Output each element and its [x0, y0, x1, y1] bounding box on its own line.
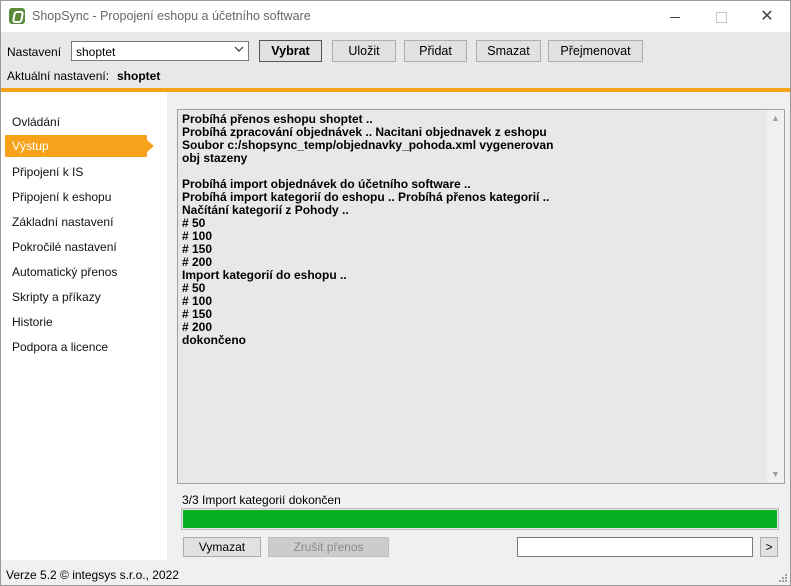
sidebar-item-pripojeni-eshop[interactable]: Připojení k eshopu [5, 186, 147, 208]
sidebar-item-pripojeni-is[interactable]: Připojení k IS [5, 161, 147, 183]
sidebar-item-skripty[interactable]: Skripty a příkazy [5, 286, 147, 308]
scroll-down-icon[interactable]: ▼ [767, 466, 784, 483]
close-icon: ✕ [760, 8, 774, 25]
maximize-icon [715, 11, 727, 23]
settings-select-value: shoptet [76, 45, 116, 59]
status-text: 3/3 Import kategorií dokončen [182, 493, 341, 507]
scroll-up-icon[interactable]: ▲ [767, 110, 784, 127]
status-footer: Verze 5.2 © integsys s.r.o., 2022 [1, 563, 790, 585]
sidebar-item-zakladni-nastaveni[interactable]: Základní nastavení [5, 211, 147, 233]
output-log-text: Probíhá přenos eshopu shoptet .. Probíhá… [182, 112, 554, 347]
sidebar-item-automaticky-prenos[interactable]: Automatický přenos [5, 261, 147, 283]
sidebar-item-podpora[interactable]: Podpora a licence [5, 336, 147, 358]
progress-fill [183, 510, 777, 528]
settings-select[interactable]: shoptet [71, 41, 249, 61]
settings-label: Nastavení [7, 45, 62, 59]
app-window: ShopSync - Propojení eshopu a účetního s… [0, 0, 791, 586]
shopsync-logo-icon [9, 8, 25, 24]
output-log-box[interactable]: Probíhá přenos eshopu shoptet .. Probíhá… [177, 109, 785, 484]
minimize-button[interactable] [652, 1, 698, 32]
rename-button[interactable]: Přejmenovat [548, 40, 643, 62]
sidebar-item-pokrocile-nastaveni[interactable]: Pokročilé nastavení [5, 236, 147, 258]
sidebar-item-historie[interactable]: Historie [5, 311, 147, 333]
sidebar-item-vystup[interactable]: Výstup [5, 135, 154, 157]
window-title: ShopSync - Propojení eshopu a účetního s… [32, 9, 311, 23]
run-command-button[interactable]: > [760, 537, 778, 557]
title-bar: ShopSync - Propojení eshopu a účetního s… [1, 1, 790, 32]
command-input[interactable] [517, 537, 753, 557]
chevron-down-icon [234, 46, 244, 52]
sidebar-nav: Ovládání Výstup Připojení k IS Připojení… [1, 92, 167, 560]
minimize-icon [670, 16, 680, 18]
current-settings-label: Aktuální nastavení: [7, 69, 110, 83]
clear-button[interactable]: Vymazat [183, 537, 261, 557]
current-settings-value: shoptet [117, 69, 161, 83]
select-button[interactable]: Vybrat [259, 40, 322, 62]
sidebar-item-ovladani[interactable]: Ovládání [5, 111, 147, 133]
version-text: Verze 5.2 © integsys s.r.o., 2022 [6, 568, 179, 582]
close-button[interactable]: ✕ [744, 1, 790, 32]
settings-toolbar: Nastavení shoptet Vybrat Uložit Přidat S… [1, 32, 790, 88]
save-button[interactable]: Uložit [332, 40, 396, 62]
cancel-transfer-button[interactable]: Zrušit přenos [268, 537, 389, 557]
progress-bar [181, 508, 779, 530]
add-button[interactable]: Přidat [404, 40, 467, 62]
maximize-button[interactable] [698, 1, 744, 32]
output-scrollbar[interactable]: ▲ ▼ [767, 110, 784, 483]
delete-button[interactable]: Smazat [476, 40, 541, 62]
resize-grip-icon[interactable] [777, 572, 787, 582]
